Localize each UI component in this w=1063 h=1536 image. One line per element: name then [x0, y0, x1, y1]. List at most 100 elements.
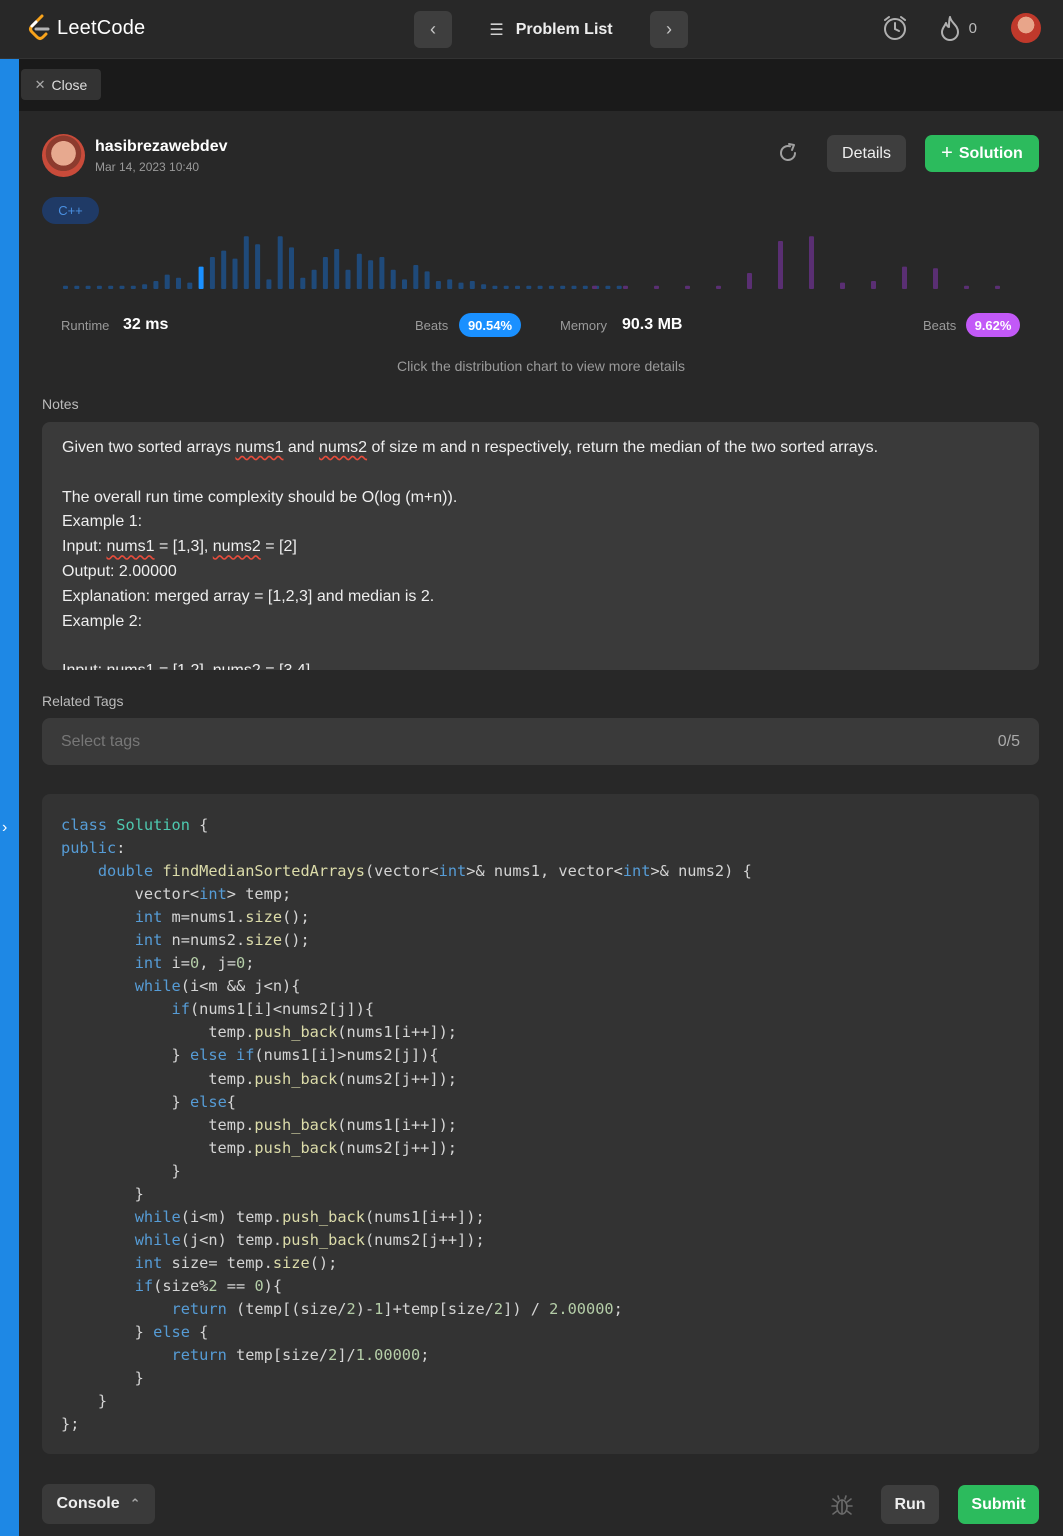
runtime-bar[interactable]	[368, 260, 374, 289]
runtime-bar[interactable]	[255, 244, 261, 289]
run-button[interactable]: Run	[881, 1485, 939, 1524]
memory-bar[interactable]	[654, 285, 659, 289]
runtime-bar[interactable]	[447, 279, 453, 289]
runtime-bar[interactable]	[481, 284, 487, 289]
runtime-bar[interactable]	[402, 279, 407, 289]
runtime-bar[interactable]	[458, 282, 464, 289]
close-button[interactable]: ✕ Close	[21, 69, 101, 100]
runtime-bar[interactable]	[322, 257, 328, 289]
runtime-bar[interactable]	[243, 236, 249, 289]
code-viewer[interactable]: class Solution { public: double findMedi…	[42, 794, 1039, 1454]
side-panel-toggle[interactable]: ›	[0, 59, 19, 1536]
memory-bar[interactable]	[778, 241, 783, 289]
runtime-bar[interactable]	[469, 281, 475, 289]
runtime-bar[interactable]	[515, 285, 520, 289]
details-button[interactable]: Details	[827, 135, 906, 172]
runtime-bar[interactable]	[503, 285, 509, 289]
submission-username[interactable]: hasibrezawebdev	[95, 138, 228, 156]
code-token: }	[61, 1392, 108, 1411]
code-token: n=nums2.	[162, 931, 246, 950]
memory-bar[interactable]	[716, 285, 721, 289]
code-token: 2	[346, 1299, 356, 1318]
avatar[interactable]	[42, 134, 85, 177]
runtime-bar[interactable]	[334, 249, 340, 289]
notes-line	[62, 634, 1019, 659]
runtime-bar[interactable]	[356, 253, 362, 289]
runtime-bar[interactable]	[379, 257, 385, 289]
console-toggle-button[interactable]: Console ⌃	[42, 1484, 155, 1524]
alarm-clock-icon[interactable]	[881, 14, 909, 42]
problem-list-button[interactable]: ☰ Problem List	[452, 11, 650, 48]
runtime-bar[interactable]	[537, 285, 543, 289]
runtime-bar[interactable]	[300, 277, 306, 289]
tags-select[interactable]: Select tags 0/5	[42, 718, 1039, 765]
memory-bar[interactable]	[592, 285, 597, 289]
runtime-bar[interactable]	[164, 274, 170, 289]
code-token: 0	[189, 954, 200, 973]
runtime-bar[interactable]	[424, 271, 430, 289]
runtime-bar[interactable]	[616, 285, 622, 289]
memory-bar[interactable]	[840, 282, 845, 289]
submit-button[interactable]: Submit	[958, 1485, 1039, 1524]
runtime-bar[interactable]	[435, 281, 441, 289]
memory-bar[interactable]	[623, 285, 628, 289]
spellcheck-word: nums1	[106, 538, 155, 556]
code-token: (temp[(size/	[226, 1299, 347, 1318]
runtime-bar[interactable]	[85, 285, 91, 289]
code-token: class	[61, 816, 108, 834]
runtime-bar[interactable]	[605, 285, 611, 289]
notes-line: Example 1:	[62, 513, 143, 531]
runtime-bar[interactable]	[187, 282, 193, 289]
runtime-bar[interactable]	[153, 281, 159, 289]
runtime-bar[interactable]	[176, 277, 181, 289]
runtime-bar[interactable]	[345, 269, 351, 289]
runtime-bar[interactable]	[63, 285, 68, 289]
tags-placeholder: Select tags	[61, 733, 141, 750]
runtime-distribution[interactable]	[63, 236, 622, 289]
memory-bar[interactable]	[871, 281, 876, 289]
memory-bar[interactable]	[964, 285, 969, 289]
prev-problem-button[interactable]: ‹	[414, 11, 452, 48]
distribution-chart[interactable]	[59, 236, 1023, 306]
share-refresh-icon[interactable]	[777, 142, 799, 164]
runtime-bar[interactable]	[221, 250, 227, 289]
memory-distribution[interactable]	[592, 236, 1023, 289]
runtime-bar[interactable]	[311, 269, 317, 289]
runtime-bar[interactable]	[413, 265, 419, 289]
runtime-bar[interactable]	[289, 247, 294, 289]
memory-bar[interactable]	[809, 236, 814, 289]
runtime-bar[interactable]	[198, 266, 204, 289]
runtime-bar[interactable]	[548, 285, 554, 289]
runtime-bar[interactable]	[96, 285, 102, 289]
runtime-bar[interactable]	[277, 236, 283, 289]
runtime-bar[interactable]	[130, 285, 136, 289]
post-solution-button[interactable]: + Solution	[925, 135, 1039, 172]
leetcode-logo[interactable]: LeetCode	[27, 14, 145, 42]
code-token: 2.00000	[549, 1299, 614, 1318]
runtime-bar[interactable]	[119, 285, 125, 289]
runtime-bar[interactable]	[266, 279, 272, 289]
memory-bar[interactable]	[933, 268, 938, 289]
memory-bar[interactable]	[902, 266, 907, 289]
runtime-bar[interactable]	[209, 257, 215, 289]
runtime-bar[interactable]	[108, 285, 114, 289]
runtime-bar[interactable]	[582, 285, 588, 289]
runtime-bar[interactable]	[232, 258, 238, 289]
memory-bar[interactable]	[685, 285, 690, 289]
debug-bug-icon[interactable]	[831, 1494, 853, 1516]
runtime-bar[interactable]	[74, 285, 80, 289]
chevron-right-icon: ›	[666, 19, 672, 39]
fire-streak-icon[interactable]	[939, 15, 961, 41]
runtime-bar[interactable]	[492, 285, 498, 289]
runtime-bar[interactable]	[390, 269, 396, 289]
memory-bar[interactable]	[747, 273, 752, 289]
user-avatar-menu[interactable]	[1011, 13, 1041, 43]
next-problem-button[interactable]: ›	[650, 11, 688, 48]
runtime-bar[interactable]	[571, 285, 577, 289]
runtime-bar[interactable]	[560, 285, 566, 289]
runtime-bar[interactable]	[142, 284, 148, 289]
runtime-bar[interactable]	[526, 285, 532, 289]
notes-textarea[interactable]: Given two sorted arrays nums1 and nums2 …	[42, 422, 1039, 670]
memory-bar[interactable]	[995, 285, 1000, 289]
